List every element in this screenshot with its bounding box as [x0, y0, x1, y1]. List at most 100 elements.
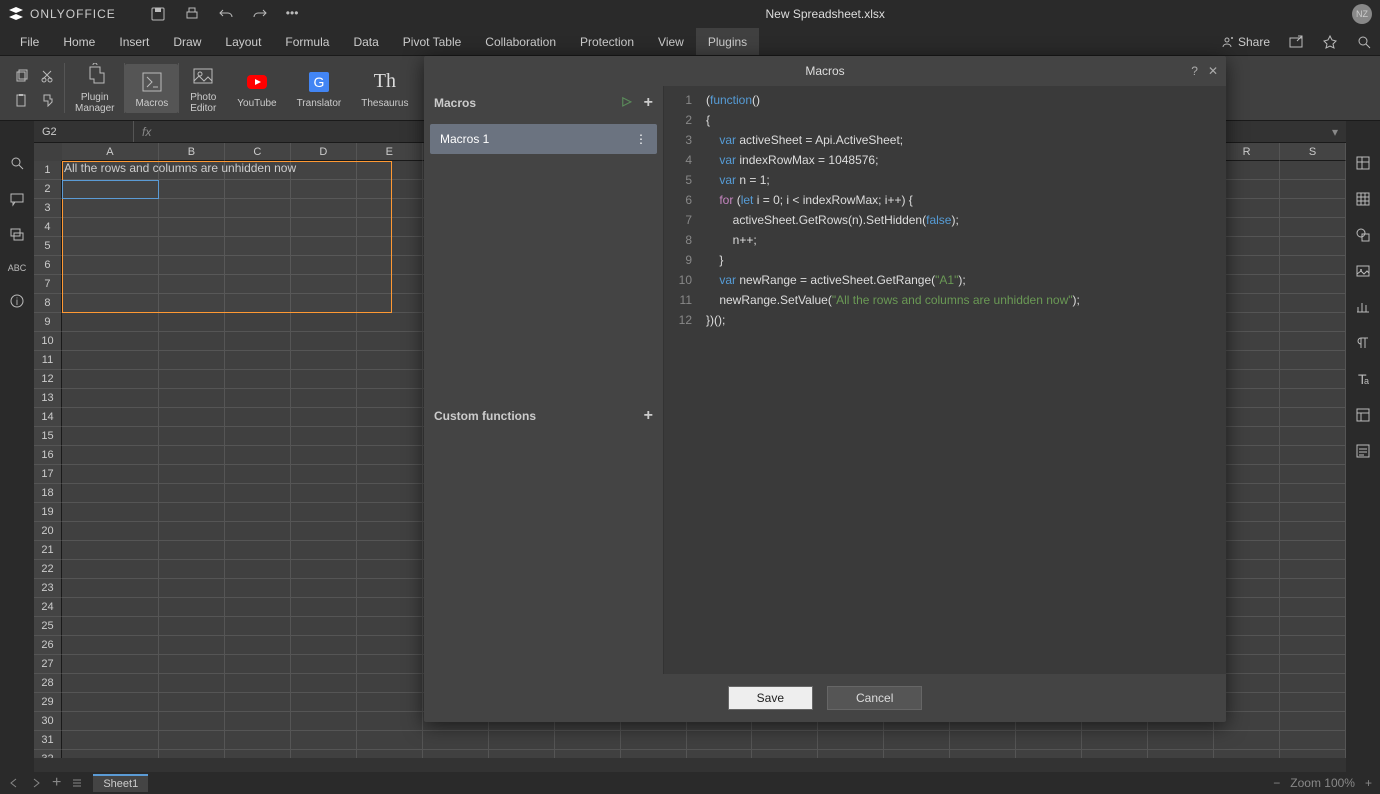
- tab-file[interactable]: File: [8, 28, 51, 55]
- cell[interactable]: [291, 389, 357, 408]
- row-header[interactable]: 27: [34, 655, 62, 674]
- print-icon[interactable]: [184, 6, 200, 22]
- code-content[interactable]: (function() { var activeSheet = Api.Acti…: [698, 86, 1226, 674]
- chart-settings-icon[interactable]: [1355, 299, 1371, 315]
- ribbon-plugin-manager[interactable]: Plugin Manager: [65, 58, 124, 118]
- row-header[interactable]: 29: [34, 693, 62, 712]
- dialog-titlebar[interactable]: Macros ? ✕: [424, 56, 1226, 86]
- cell[interactable]: [225, 237, 291, 256]
- cell[interactable]: [357, 408, 423, 427]
- cell[interactable]: [62, 674, 159, 693]
- row-header[interactable]: 6: [34, 256, 62, 275]
- cell[interactable]: [1016, 731, 1082, 750]
- row-header[interactable]: 25: [34, 617, 62, 636]
- row-header[interactable]: 1: [34, 161, 62, 180]
- cell[interactable]: [1280, 503, 1346, 522]
- cell[interactable]: [225, 541, 291, 560]
- more-icon[interactable]: •••: [286, 6, 299, 22]
- cell[interactable]: [1280, 712, 1346, 731]
- copy-icon[interactable]: [14, 69, 28, 83]
- column-header[interactable]: S: [1280, 143, 1346, 161]
- cell[interactable]: [159, 750, 225, 758]
- cell[interactable]: [62, 199, 159, 218]
- column-header[interactable]: E: [357, 143, 423, 161]
- cell[interactable]: [357, 237, 423, 256]
- cell[interactable]: [225, 313, 291, 332]
- cell[interactable]: [225, 484, 291, 503]
- cell[interactable]: [489, 731, 555, 750]
- cell[interactable]: [1280, 389, 1346, 408]
- cell[interactable]: [159, 199, 225, 218]
- cell[interactable]: [1280, 218, 1346, 237]
- cell[interactable]: [225, 408, 291, 427]
- cell[interactable]: [159, 617, 225, 636]
- cell[interactable]: [225, 351, 291, 370]
- cell[interactable]: [225, 560, 291, 579]
- cell[interactable]: [62, 370, 159, 389]
- cell[interactable]: [225, 332, 291, 351]
- cell[interactable]: [62, 275, 159, 294]
- cell[interactable]: [357, 446, 423, 465]
- cell[interactable]: [225, 598, 291, 617]
- cancel-button[interactable]: Cancel: [827, 686, 922, 710]
- cell[interactable]: [291, 693, 357, 712]
- cell[interactable]: [357, 655, 423, 674]
- cell[interactable]: [357, 180, 423, 199]
- row-header[interactable]: 12: [34, 370, 62, 389]
- cell[interactable]: [291, 313, 357, 332]
- cut-icon[interactable]: [40, 69, 54, 83]
- save-icon[interactable]: [150, 6, 166, 22]
- cell[interactable]: [159, 294, 225, 313]
- avatar[interactable]: NZ: [1352, 4, 1372, 24]
- row-header[interactable]: 11: [34, 351, 62, 370]
- cell[interactable]: [291, 484, 357, 503]
- cell[interactable]: [1280, 256, 1346, 275]
- macros-item-menu-icon[interactable]: ⋮: [635, 132, 647, 146]
- star-icon[interactable]: [1322, 34, 1338, 50]
- cell[interactable]: [225, 465, 291, 484]
- cell[interactable]: [1280, 180, 1346, 199]
- cell[interactable]: [291, 256, 357, 275]
- cell[interactable]: [62, 541, 159, 560]
- cell[interactable]: [291, 503, 357, 522]
- row-header[interactable]: 22: [34, 560, 62, 579]
- cell[interactable]: [291, 465, 357, 484]
- cell[interactable]: [818, 731, 884, 750]
- cell[interactable]: [291, 370, 357, 389]
- cell[interactable]: [357, 579, 423, 598]
- cell[interactable]: [159, 731, 225, 750]
- cell[interactable]: [159, 332, 225, 351]
- cell[interactable]: [1280, 237, 1346, 256]
- cell[interactable]: [159, 693, 225, 712]
- share-button[interactable]: Share: [1220, 35, 1270, 49]
- ribbon-macros[interactable]: Macros: [125, 64, 178, 113]
- cell[interactable]: [1280, 750, 1346, 758]
- column-header[interactable]: D: [291, 143, 357, 161]
- tab-draw[interactable]: Draw: [161, 28, 213, 55]
- cell[interactable]: [62, 332, 159, 351]
- cell[interactable]: [357, 370, 423, 389]
- cell[interactable]: [62, 408, 159, 427]
- cell[interactable]: [62, 598, 159, 617]
- tab-collaboration[interactable]: Collaboration: [473, 28, 568, 55]
- cell[interactable]: [1016, 750, 1082, 758]
- row-header[interactable]: 32: [34, 750, 62, 758]
- tab-data[interactable]: Data: [341, 28, 390, 55]
- cell[interactable]: [62, 313, 159, 332]
- cell[interactable]: [291, 712, 357, 731]
- cell[interactable]: [225, 275, 291, 294]
- cell[interactable]: [357, 674, 423, 693]
- cell[interactable]: [62, 427, 159, 446]
- cell[interactable]: [159, 465, 225, 484]
- cell[interactable]: [1280, 199, 1346, 218]
- zoom-label[interactable]: Zoom 100%: [1290, 776, 1355, 790]
- table-settings-icon[interactable]: [1355, 191, 1371, 207]
- redo-icon[interactable]: [252, 6, 268, 22]
- cell[interactable]: [159, 712, 225, 731]
- spellcheck-icon[interactable]: ABC: [8, 263, 27, 273]
- cell[interactable]: [159, 598, 225, 617]
- row-header[interactable]: 3: [34, 199, 62, 218]
- cell[interactable]: [621, 731, 687, 750]
- cell[interactable]: [357, 598, 423, 617]
- image-settings-icon[interactable]: [1355, 263, 1371, 279]
